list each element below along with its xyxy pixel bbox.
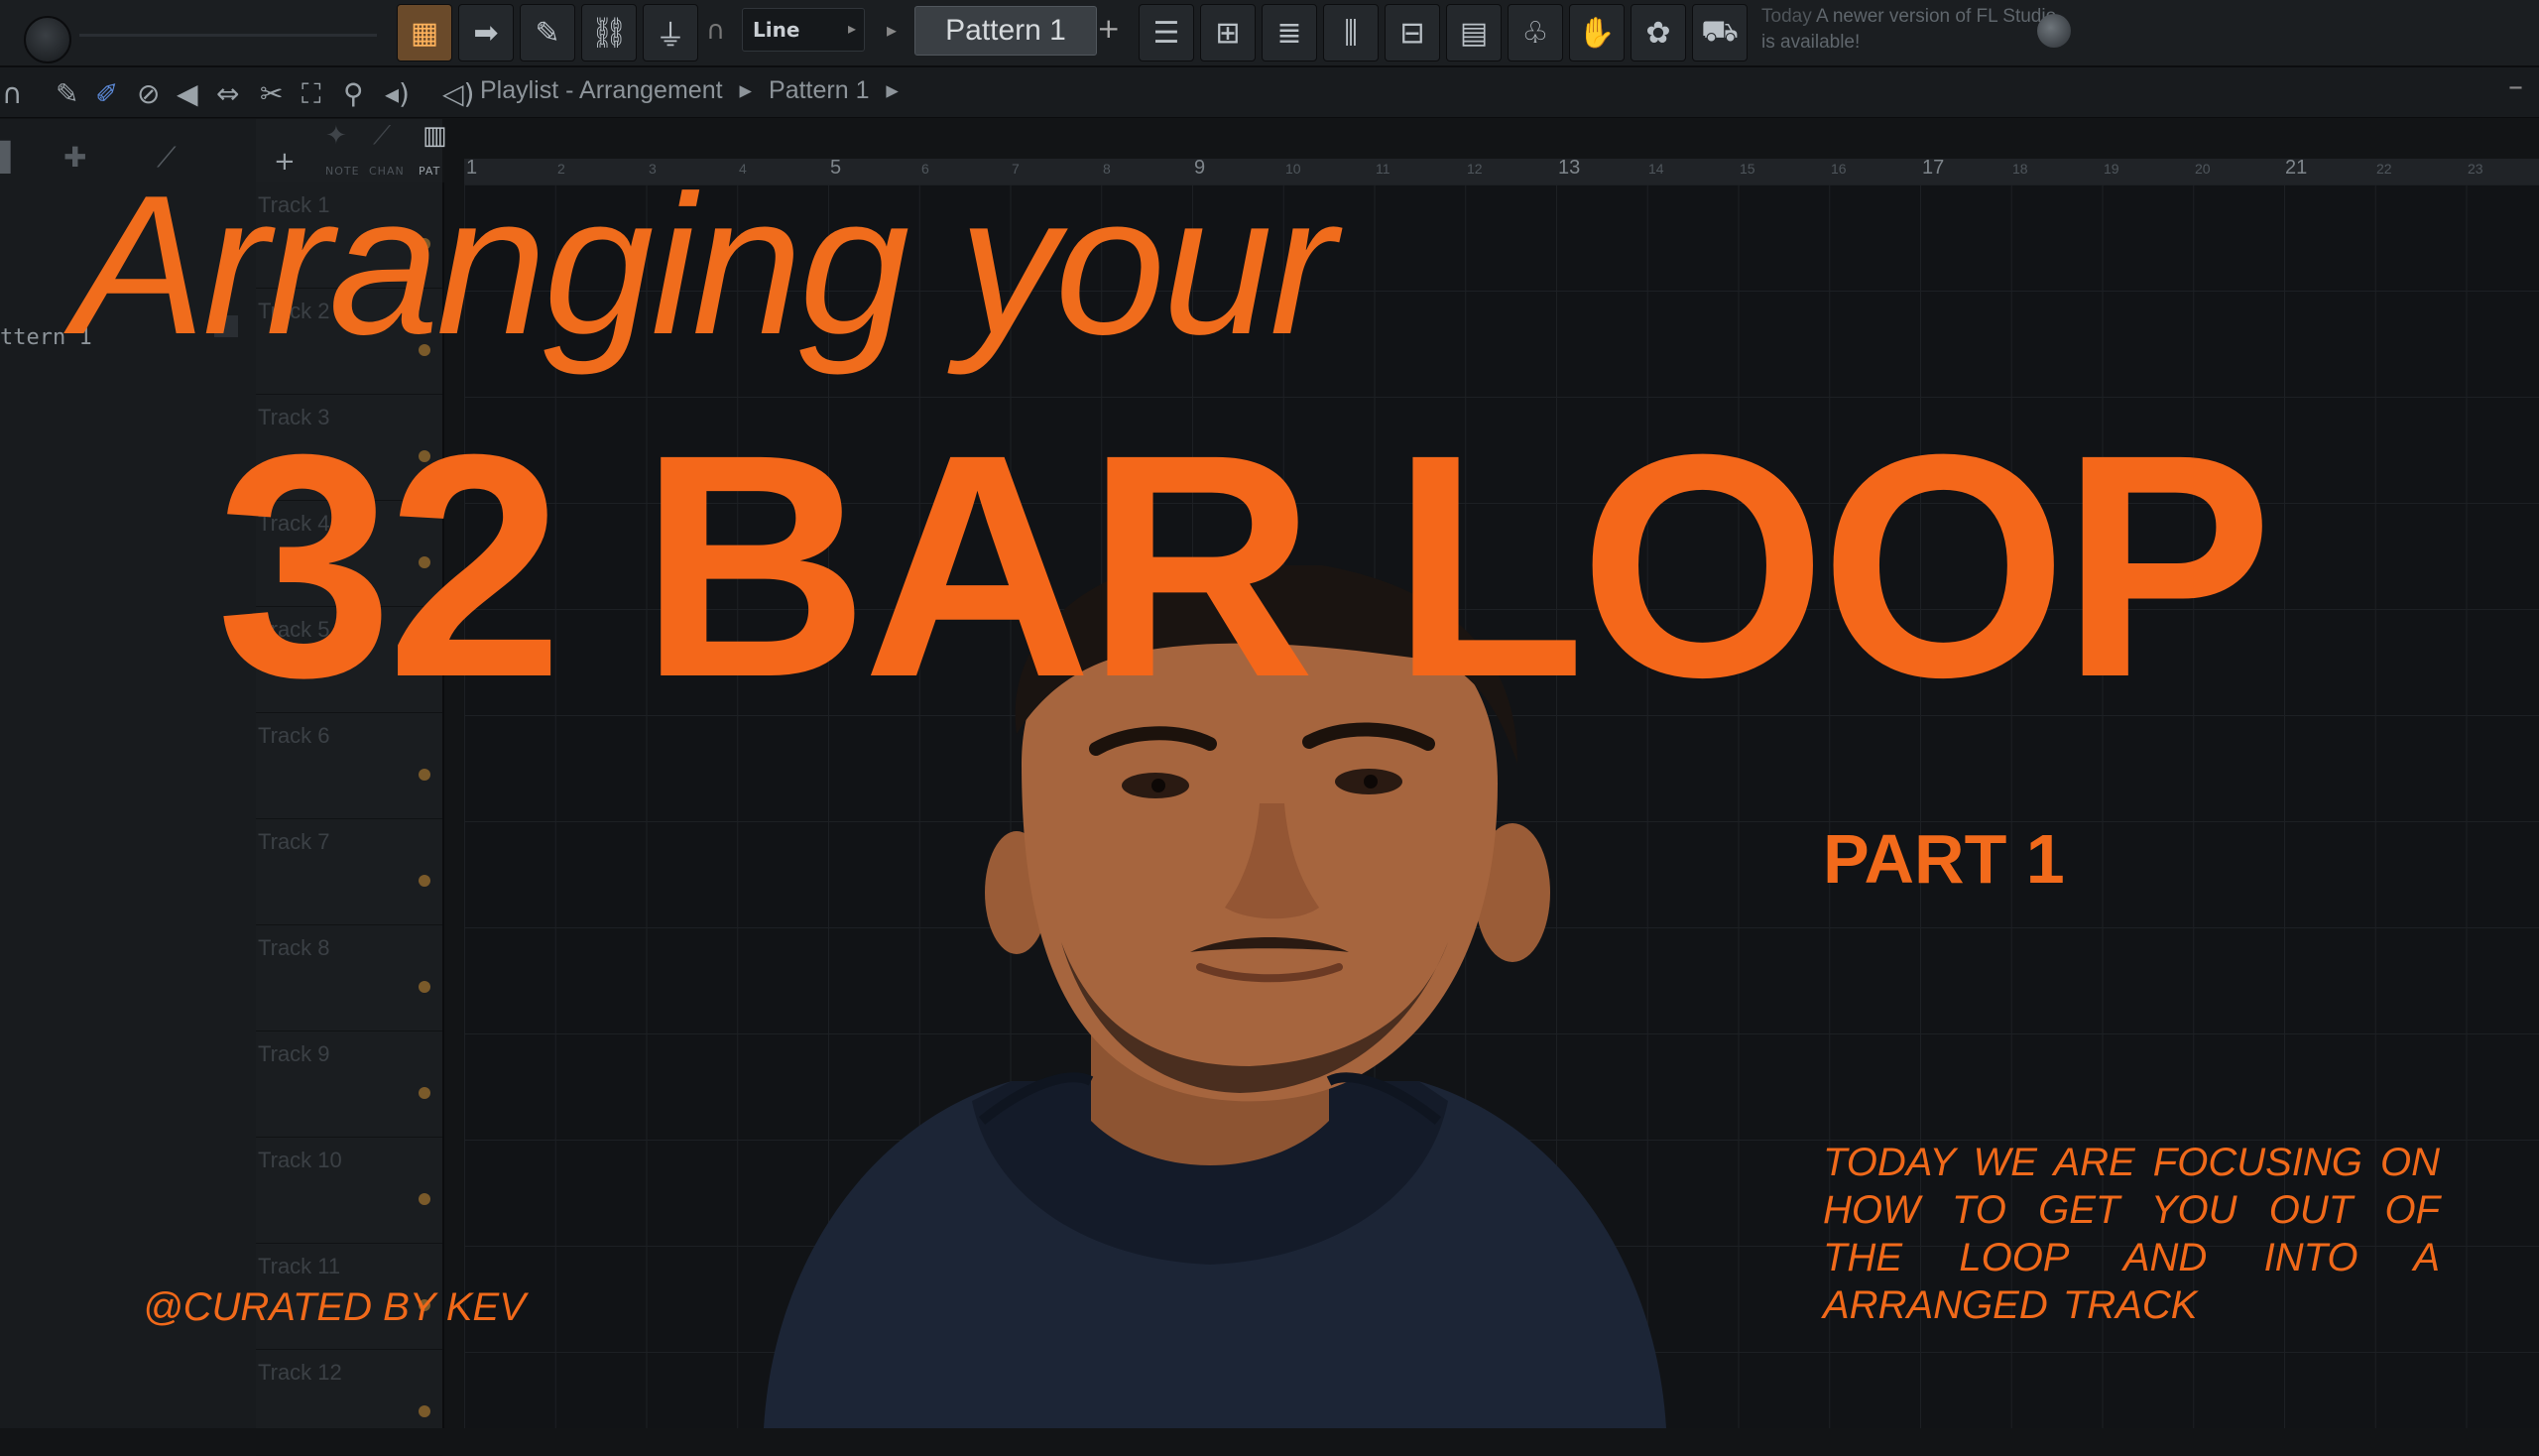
track-header[interactable]: Track 10	[256, 1138, 442, 1244]
brush-icon[interactable]: ✎	[520, 4, 575, 61]
zoom-tool-icon[interactable]: ⚲	[343, 77, 364, 110]
playlist-titlebar: ∩ ✎ ✐ ⊘ ◀ ⇔ ✂ ⛶ ⚲ ◂) ◁) Playlist - Arran…	[0, 67, 2539, 118]
news-label: Today	[1761, 6, 1812, 27]
slice-tool-icon[interactable]: ✂	[260, 77, 283, 110]
bar-number: 17	[1922, 157, 1945, 179]
bar-number: 23	[2468, 161, 2483, 177]
typing-keyboard-icon[interactable]: ▦	[397, 4, 452, 61]
snap-value: Line	[753, 18, 800, 42]
mixer-icon[interactable]: ⫼	[1323, 4, 1379, 61]
track-led-icon[interactable]	[419, 875, 430, 887]
breadcrumb-playlist: Playlist - Arrangement	[480, 76, 723, 104]
keyboard-icon[interactable]: ▥	[423, 121, 447, 151]
track-label: Track 10	[258, 1148, 342, 1172]
bar-number: 13	[1558, 157, 1581, 179]
magnet-icon[interactable]: ∩	[706, 16, 725, 46]
shop-cart-icon[interactable]: ⛟	[1692, 4, 1748, 61]
track-label: Track 9	[258, 1041, 330, 1066]
track-led-icon[interactable]	[419, 1193, 430, 1205]
arrow-right-icon[interactable]: ➡	[458, 4, 514, 61]
playlist-icon[interactable]: ☰	[1139, 4, 1194, 61]
draw-tool-icon[interactable]: ⟋	[373, 121, 391, 152]
track-led-icon[interactable]	[419, 1405, 430, 1417]
bar-number: 21	[2285, 157, 2308, 179]
track-label: Track 11	[258, 1254, 341, 1278]
track-header[interactable]: Track 12	[256, 1350, 442, 1456]
playlist-breadcrumb: Playlist - Arrangement ▸ Pattern 1 ▸	[480, 75, 908, 105]
pattern-name: Pattern 1	[945, 14, 1066, 47]
globe-icon[interactable]	[2037, 14, 2071, 48]
credit: @CURATED BY KEV	[143, 1285, 526, 1329]
track-led-icon[interactable]	[419, 769, 430, 781]
project-icon[interactable]: ▤	[1446, 4, 1502, 61]
link-icon[interactable]: ⛓	[581, 4, 637, 61]
select-tool-icon[interactable]: ⛶	[302, 77, 321, 111]
breadcrumb-pattern: Pattern 1	[769, 76, 870, 104]
bar-number: 20	[2195, 161, 2211, 177]
track-header[interactable]: Track 7	[256, 819, 442, 925]
main-toolbar: ▦ ➡ ✎ ⛓ ⏚ ∩ Line ▸ ▸ Pattern 1 + ☰ ⊞ ≣ ⫼…	[0, 0, 2539, 67]
delete-tool-icon[interactable]: ⊘	[137, 77, 160, 110]
snap-tool-icon[interactable]: ✦	[325, 121, 347, 151]
big-title: 32 BAR LOOP	[216, 388, 2273, 743]
pencil-tool-icon[interactable]: ✎	[56, 77, 78, 110]
mute-tool-icon[interactable]: ◀	[177, 77, 198, 110]
description: TODAY WE ARE FOCUSING ON HOW TO GET YOU …	[1823, 1141, 2440, 1327]
breadcrumb-separator-icon: ▸	[739, 76, 753, 104]
track-led-icon[interactable]	[419, 981, 430, 993]
piano-roll-icon[interactable]: ⊞	[1200, 4, 1256, 61]
headphones-icon[interactable]: ∩	[2, 77, 23, 110]
minimize-icon[interactable]: –	[2508, 69, 2523, 104]
bar-number: 12	[1467, 161, 1483, 177]
bar-number: 14	[1648, 161, 1664, 177]
bar-number: 15	[1740, 161, 1755, 177]
pattern-prev-icon[interactable]: ▸	[887, 18, 897, 42]
browser-icon[interactable]: ⊟	[1385, 4, 1440, 61]
bar-number: 18	[2012, 161, 2028, 177]
bar-number: 11	[1376, 161, 1390, 177]
paint-tool-icon[interactable]: ✐	[95, 77, 118, 110]
pattern-selector[interactable]: Pattern 1	[914, 6, 1097, 56]
track-label: Track 8	[258, 935, 330, 960]
touch-controller-icon[interactable]: ✋	[1569, 4, 1625, 61]
part-label: PART 1	[1823, 820, 2065, 898]
chevron-right-icon: ▸	[847, 19, 856, 38]
slip-tool-icon[interactable]: ⇔	[216, 77, 239, 110]
track-label: Track 7	[258, 829, 330, 854]
master-pitch-slider[interactable]	[79, 34, 377, 37]
track-header[interactable]: Track 8	[256, 925, 442, 1031]
channel-rack-icon[interactable]: ≣	[1262, 4, 1317, 61]
breadcrumb-arrow-icon: ▸	[886, 76, 899, 104]
bar-number: 22	[2376, 161, 2392, 177]
playback-tool-icon[interactable]: ◂)	[385, 77, 410, 110]
news-panel[interactable]: Today A newer version of FL Studio is av…	[1761, 4, 2059, 60]
fruity-icon[interactable]: ✿	[1631, 4, 1686, 61]
track-label: Track 12	[258, 1360, 342, 1385]
bar-number: 19	[2104, 161, 2119, 177]
plugin-picker-icon[interactable]: ♧	[1508, 4, 1563, 61]
add-pattern-icon[interactable]: +	[1097, 12, 1120, 45]
snap-selector[interactable]: Line ▸	[742, 8, 865, 52]
bar-number: 16	[1831, 161, 1847, 177]
headline: Arranging your	[73, 155, 1336, 376]
track-led-icon[interactable]	[419, 1087, 430, 1099]
panel-handle-icon[interactable]: ▌	[0, 141, 22, 174]
speaker-icon[interactable]: ◁)	[442, 77, 474, 110]
metronome-icon[interactable]: ⏚	[643, 4, 698, 61]
track-header[interactable]: Track 9	[256, 1031, 442, 1138]
master-volume-knob[interactable]	[24, 16, 71, 63]
